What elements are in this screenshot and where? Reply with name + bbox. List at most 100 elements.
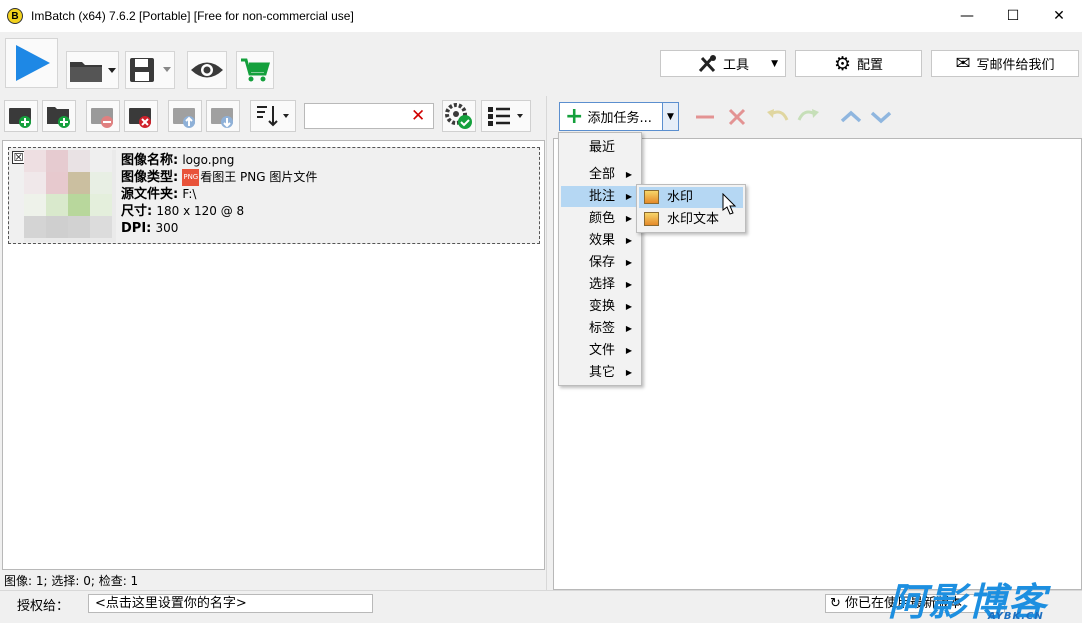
type-value: 看图王 PNG 图片文件 <box>200 170 318 184</box>
app-icon: B <box>7 8 23 24</box>
add-image-button[interactable] <box>4 100 38 132</box>
add-folder-button[interactable] <box>42 100 76 132</box>
play-icon <box>15 45 50 81</box>
menu-item-recent[interactable]: 最近 <box>561 137 639 158</box>
size-value: 180 x 120 @ 8 <box>156 204 245 218</box>
clear-search-icon[interactable]: ✕ <box>411 106 425 126</box>
chevron-down-icon <box>870 111 892 124</box>
submenu-arrow-icon: ▶ <box>625 170 632 179</box>
minimize-button[interactable]: — <box>944 0 990 32</box>
menu-item-color[interactable]: 颜色 ▶ <box>561 208 639 229</box>
name-value: logo.png <box>182 153 235 167</box>
settings-label: 配置 <box>857 58 884 73</box>
clear-images-icon <box>129 108 151 128</box>
name-label: 图像名称: <box>121 153 179 168</box>
run-button[interactable] <box>5 38 58 88</box>
gear-icon: ⚙ <box>833 52 852 75</box>
sort-icon <box>257 106 289 127</box>
maximize-button[interactable]: ☐ <box>990 0 1036 32</box>
task-down-button[interactable] <box>867 104 895 130</box>
submenu-arrow-icon: ▶ <box>625 214 632 223</box>
submenu-arrow-icon: ▶ <box>625 302 632 311</box>
delete-tasks-button[interactable] <box>723 104 751 130</box>
add-task-button[interactable]: + 添加任务... ▼ <box>559 102 679 131</box>
menu-item-select[interactable]: 选择 ▶ <box>561 274 639 295</box>
move-up-button[interactable] <box>168 100 202 132</box>
image-thumbnail <box>24 150 116 242</box>
list-item[interactable]: ☒ 图像名称: logo.png 图像类型: PNG 看图王 PNG 图片文件 源… <box>8 147 540 244</box>
type-label: 图像类型: <box>121 170 179 185</box>
image-status: 图像: 1; 选择: 0; 检查: 1 <box>4 574 139 588</box>
dpi-value: 300 <box>155 221 179 235</box>
tools-label: 工具 <box>722 58 749 73</box>
submenu-arrow-icon: ▶ <box>625 280 632 289</box>
window-title: ImBatch (x64) 7.6.2 [Portable] [Free for… <box>31 9 354 23</box>
submenu-arrow-icon: ▶ <box>625 346 632 355</box>
envelope-icon: ✉ <box>955 53 971 74</box>
menu-item-effects[interactable]: 效果 ▶ <box>561 230 639 251</box>
add-task-menu: 最近 全部 ▶ 批注 ▶ 颜色 ▶ 效果 ▶ 保存 ▶ 选择 ▶ 变换 ▶ 标签 ▶ 文件 ▶ 其… <box>558 132 642 386</box>
chevron-up-icon <box>840 110 862 123</box>
clear-images-button[interactable] <box>124 100 158 132</box>
tools-icon <box>698 54 716 72</box>
plus-icon: + <box>565 103 584 129</box>
pane-splitter[interactable] <box>546 96 552 590</box>
email-label: 写邮件给我们 <box>976 58 1055 73</box>
submenu-arrow-icon: ▶ <box>625 258 632 267</box>
watermark-icon <box>644 190 659 204</box>
menu-item-all[interactable]: 全部 ▶ <box>561 164 639 185</box>
menu-item-tags[interactable]: 标签 ▶ <box>561 318 639 339</box>
menu-item-save[interactable]: 保存 ▶ <box>561 252 639 273</box>
save-icon <box>130 58 171 82</box>
license-label: 授权给： <box>17 599 70 614</box>
image-list[interactable]: ☒ 图像名称: logo.png 图像类型: PNG 看图王 PNG 图片文件 源… <box>2 140 545 570</box>
delete-icon <box>728 108 746 126</box>
license-name-field[interactable]: <点击这里设置你的名字> <box>88 594 373 613</box>
add-task-label: 添加任务... <box>587 111 652 126</box>
title-bar: B ImBatch (x64) 7.6.2 [Portable] [Free f… <box>0 0 1082 32</box>
menu-item-other[interactable]: 其它 ▶ <box>561 362 639 383</box>
save-button[interactable] <box>125 51 175 89</box>
folder-icon <box>69 62 116 82</box>
submenu-arrow-icon: ▶ <box>625 236 632 245</box>
menu-item-file[interactable]: 文件 ▶ <box>561 340 639 361</box>
add-folder-icon <box>47 107 70 128</box>
size-label: 尺寸: <box>121 204 153 219</box>
menu-item-annotation[interactable]: 批注 ▶ <box>561 186 639 207</box>
image-list-toolbar <box>0 96 546 138</box>
minus-icon <box>696 115 714 119</box>
submenu-arrow-icon: ▶ <box>625 368 632 377</box>
remove-task-button[interactable] <box>691 104 719 130</box>
email-button[interactable]: ✉ 写邮件给我们 <box>931 50 1079 77</box>
move-down-button[interactable] <box>206 100 240 132</box>
remove-image-icon <box>91 108 113 128</box>
chevron-down-icon[interactable]: ▼ <box>662 103 678 130</box>
settings-button[interactable]: ⚙ 配置 <box>795 50 922 77</box>
open-folder-button[interactable] <box>66 51 119 89</box>
gear-check-icon <box>445 103 472 129</box>
remove-image-button[interactable] <box>86 100 120 132</box>
redo-button[interactable] <box>795 104 823 130</box>
list-view-icon <box>488 107 523 126</box>
close-button[interactable]: ✕ <box>1036 0 1082 32</box>
buy-button[interactable] <box>236 51 274 89</box>
undo-icon <box>767 109 789 121</box>
refresh-icon: ↻ <box>830 596 841 611</box>
watermark-sub-text: AYBK.CN <box>988 611 1044 622</box>
undo-button[interactable] <box>763 104 791 130</box>
eye-icon <box>191 62 223 78</box>
menu-item-transform[interactable]: 变换 ▶ <box>561 296 639 317</box>
sort-button[interactable] <box>250 100 296 132</box>
image-down-icon <box>211 108 233 128</box>
tools-menu-button[interactable]: 工具 ▼ <box>660 50 786 77</box>
folder-value: F:\ <box>182 187 197 201</box>
dpi-label: DPI: <box>121 221 152 236</box>
preview-button[interactable] <box>187 51 227 89</box>
submenu-arrow-icon: ▶ <box>625 324 632 333</box>
task-up-button[interactable] <box>837 104 865 130</box>
redo-icon <box>797 109 819 121</box>
check-settings-button[interactable] <box>442 100 476 132</box>
mouse-cursor-icon <box>722 193 737 215</box>
chevron-down-icon: ▼ <box>771 58 778 69</box>
view-mode-button[interactable] <box>481 100 531 132</box>
